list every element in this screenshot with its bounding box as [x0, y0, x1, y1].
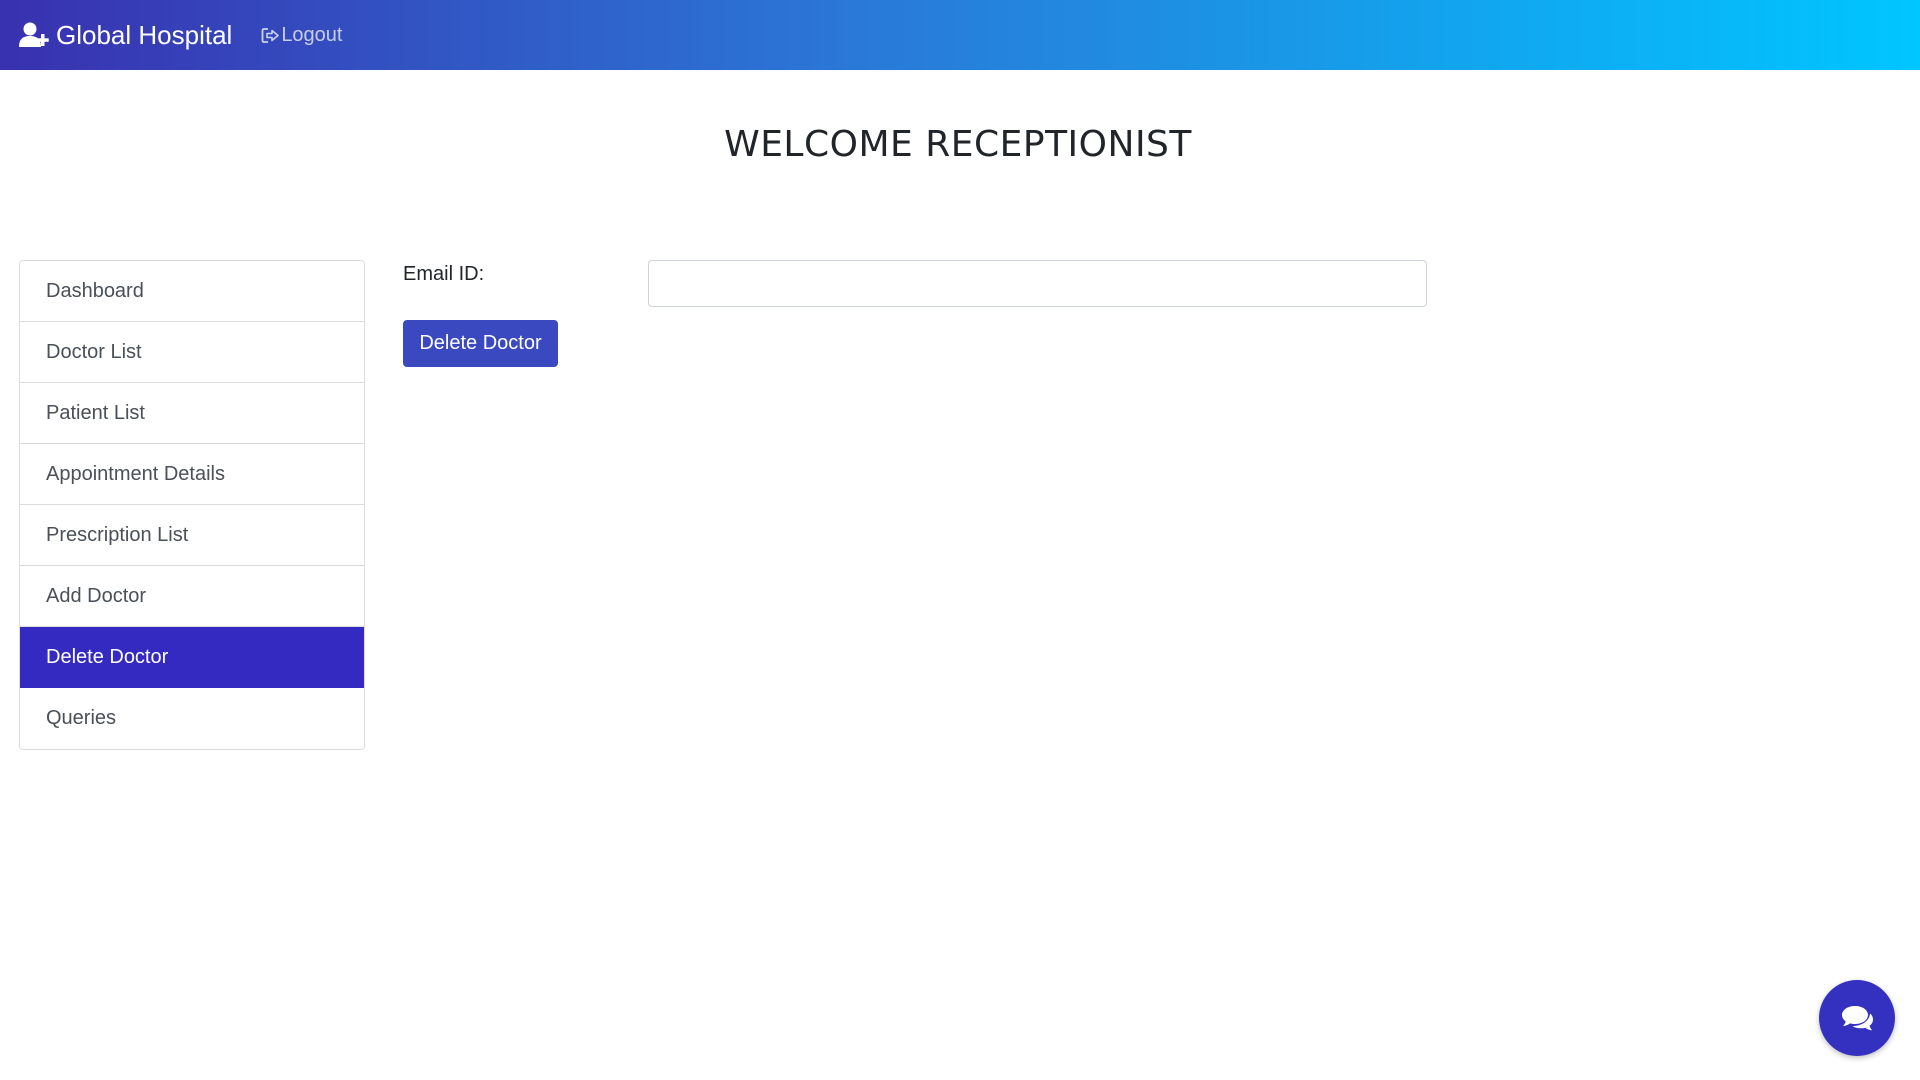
sidebar-item-appointment-details[interactable]: Appointment Details	[20, 444, 364, 505]
sign-out-icon	[261, 27, 280, 43]
brand-link[interactable]: Global Hospital	[19, 20, 232, 51]
delete-doctor-button[interactable]: Delete Doctor	[403, 320, 558, 367]
user-plus-icon	[19, 22, 49, 47]
sidebar-item-queries[interactable]: Queries	[20, 688, 364, 749]
sidebar-item-doctor-list[interactable]: Doctor List	[20, 322, 364, 383]
logout-label: Logout	[281, 23, 343, 46]
top-navbar: Global Hospital Logout	[0, 0, 1920, 70]
email-field[interactable]	[648, 260, 1427, 307]
logout-link[interactable]: Logout	[261, 24, 342, 47]
sidebar-item-delete-doctor[interactable]: Delete Doctor	[20, 627, 364, 688]
page-title: WELCOME RECEPTIONIST	[0, 124, 1920, 165]
comments-icon	[1841, 1005, 1873, 1030]
email-label: Email ID:	[403, 263, 485, 285]
chat-button[interactable]	[1819, 980, 1895, 1056]
welcome-heading: WELCOME RECEPTIONIST	[724, 124, 1192, 165]
sidebar-item-dashboard[interactable]: Dashboard	[20, 261, 364, 322]
sidebar-item-add-doctor[interactable]: Add Doctor	[20, 566, 364, 627]
sidebar-item-prescription-list[interactable]: Prescription List	[20, 505, 364, 566]
sidebar-menu: Dashboard Doctor List Patient List Appoi…	[19, 260, 365, 750]
sidebar-item-patient-list[interactable]: Patient List	[20, 383, 364, 444]
brand-title: Global Hospital	[56, 19, 233, 50]
